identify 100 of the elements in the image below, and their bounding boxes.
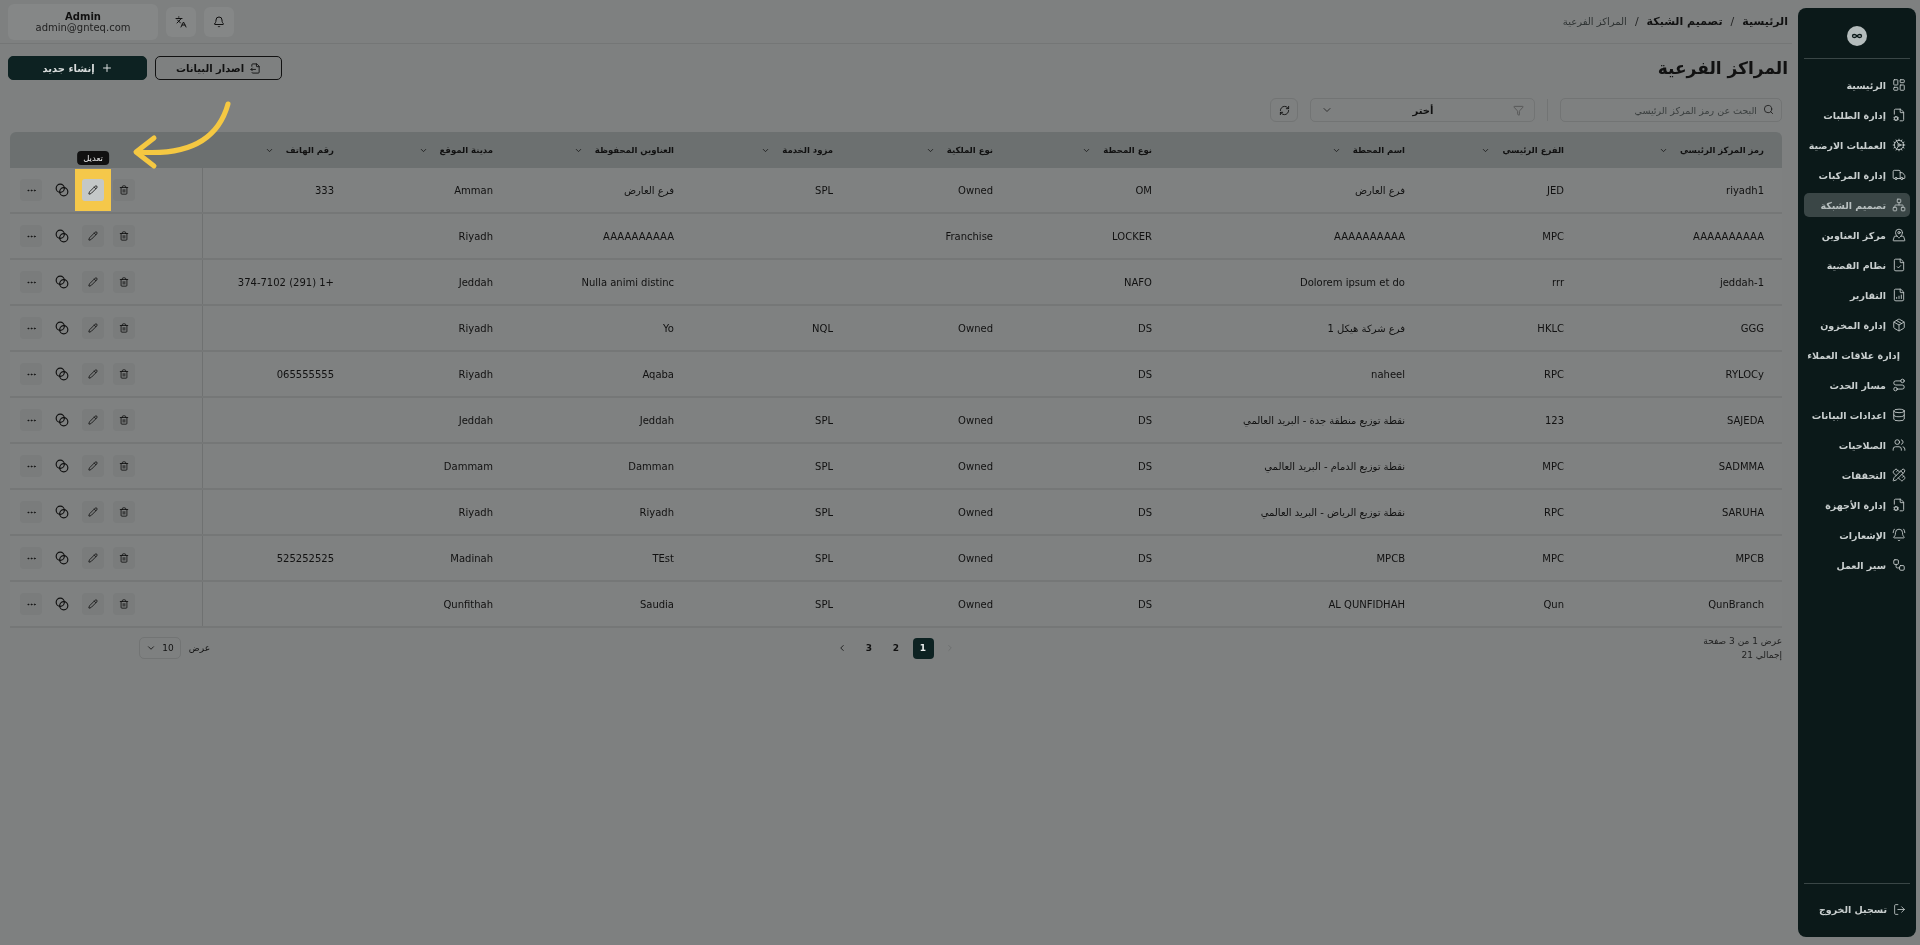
more-button[interactable] <box>20 409 42 431</box>
column-header[interactable]: الفرع الرئيسي <box>1502 145 1564 155</box>
user-menu[interactable]: Admin admin@gnteq.com <box>8 3 158 40</box>
chevron-down-icon <box>145 643 156 653</box>
table-cell: Owned <box>958 598 993 610</box>
delete-button[interactable] <box>113 225 135 247</box>
table-cell: DS <box>1137 368 1152 380</box>
edit-button[interactable] <box>82 455 104 477</box>
delete-button[interactable] <box>113 409 135 431</box>
notifications-button[interactable] <box>204 6 234 37</box>
sidebar-item[interactable]: الصلاحيات <box>1804 433 1910 457</box>
layout-icon <box>1892 78 1906 92</box>
translate-icon <box>175 15 187 28</box>
table-cell: نقطة توزيع الرياض - البريد العالمي <box>1260 506 1405 518</box>
refresh-button[interactable] <box>1270 98 1298 122</box>
breadcrumb-link[interactable]: تصميم الشبكة <box>1646 15 1723 28</box>
edit-button[interactable] <box>82 225 104 247</box>
sidebar-item[interactable]: إدارة الطلبات <box>1804 103 1910 127</box>
more-button[interactable] <box>20 317 42 339</box>
sidebar-item[interactable]: إدارة الأجهزة <box>1804 493 1910 517</box>
column-header[interactable]: اسم المحطة <box>1352 145 1405 155</box>
pencil-icon <box>88 461 98 471</box>
edit-button[interactable] <box>82 593 104 615</box>
table-cell: SARUHA <box>1722 506 1764 518</box>
edit-button[interactable] <box>82 547 104 569</box>
table-cell: نقطة توزيع الدمام - البريد العالمي <box>1264 460 1405 472</box>
sidebar-item[interactable]: سير العمل <box>1804 553 1910 577</box>
pencil-icon <box>88 415 98 425</box>
filter-select[interactable]: أختر <box>1310 98 1535 122</box>
more-button[interactable] <box>20 547 42 569</box>
delete-button[interactable] <box>113 271 135 293</box>
edit-button[interactable] <box>82 363 104 385</box>
more-button[interactable] <box>20 501 42 523</box>
sidebar-item[interactable]: العمليات الارضية <box>1804 133 1910 157</box>
sidebar-item[interactable]: الإشعارات <box>1804 523 1910 547</box>
more-button[interactable] <box>20 363 42 385</box>
page-button[interactable]: 1 <box>912 637 934 659</box>
more-button[interactable] <box>20 455 42 477</box>
delete-button[interactable] <box>113 455 135 477</box>
column-header[interactable]: نوع الملكية <box>946 145 993 155</box>
more-button[interactable] <box>20 225 42 247</box>
sidebar-item[interactable]: نظام القضية <box>1804 253 1910 277</box>
sidebar-item[interactable]: التحققات <box>1804 463 1910 487</box>
trash-icon <box>119 231 129 241</box>
delete-button[interactable] <box>113 547 135 569</box>
language-button[interactable] <box>166 6 196 37</box>
page-size-label: عرض <box>188 643 210 653</box>
table-cell: Aqaba <box>642 368 674 380</box>
more-button[interactable] <box>20 179 42 201</box>
logout-link[interactable]: تسجيل الخروج <box>1804 898 1910 921</box>
circles-icon <box>55 413 69 427</box>
more-button[interactable] <box>20 593 42 615</box>
delete-button[interactable] <box>113 593 135 615</box>
edit-button[interactable] <box>82 501 104 523</box>
circles-icon <box>55 459 69 473</box>
column-header[interactable]: نوع المحطة <box>1103 145 1152 155</box>
pencil-icon <box>88 507 98 517</box>
plus-icon <box>100 62 113 74</box>
breadcrumb-link[interactable]: الرئيسية <box>1742 15 1788 28</box>
column-header[interactable]: العناوين المحفوظة <box>594 145 674 155</box>
sidebar-item[interactable]: مركز العناوين <box>1804 223 1910 247</box>
edit-button[interactable] <box>82 317 104 339</box>
table-cell: فرع شركة هيكل 1 <box>1327 322 1405 334</box>
export-button[interactable]: اصدار البيانات <box>155 56 282 80</box>
sidebar-item[interactable]: التقارير <box>1804 283 1910 307</box>
page-button[interactable]: 3 <box>858 637 880 659</box>
delete-button[interactable] <box>113 317 135 339</box>
column-header[interactable]: رمز المركز الرئيسي <box>1680 145 1764 155</box>
database-icon <box>1892 408 1906 422</box>
table-cell: Owned <box>958 552 993 564</box>
create-button[interactable]: إنشاء جديد <box>8 56 147 80</box>
table-cell: Saudia <box>639 598 674 610</box>
sidebar-item[interactable]: إدارة المخزون <box>1804 313 1910 337</box>
more-button[interactable] <box>20 271 42 293</box>
page-summary: عرض 1 من 3 صفحة <box>1702 636 1782 646</box>
trash-icon <box>119 369 129 379</box>
column-header[interactable]: مدينة الموقع <box>439 145 493 155</box>
sidebar-item[interactable]: إدارة المركبات <box>1804 163 1910 187</box>
table-cell: Damman <box>628 460 674 472</box>
network-icon <box>1892 198 1906 212</box>
page-button[interactable]: 2 <box>885 637 907 659</box>
table-cell: SAJEDA <box>1727 414 1764 426</box>
sidebar-item[interactable]: مسار الحدث <box>1804 373 1910 397</box>
column-header[interactable]: رقم الهاتف <box>285 145 334 155</box>
column-header[interactable]: مزود الخدمة <box>782 145 833 155</box>
sidebar-item[interactable]: إدارة علاقات العملاء <box>1804 343 1910 367</box>
delete-button[interactable] <box>113 501 135 523</box>
breadcrumb-separator: / <box>1634 15 1639 28</box>
table-cell: Riyadh <box>458 368 493 380</box>
delete-button[interactable] <box>113 363 135 385</box>
sidebar-item[interactable]: اعدادات البيانات <box>1804 403 1910 427</box>
edit-button[interactable] <box>82 271 104 293</box>
edit-button[interactable] <box>82 409 104 431</box>
table-cell: Riyadh <box>458 322 493 334</box>
sidebar-item[interactable]: الرئيسية <box>1804 73 1910 97</box>
table-cell: DS <box>1137 460 1152 472</box>
sidebar-item[interactable]: تصميم الشبكة <box>1804 193 1910 217</box>
search-field[interactable]: البحث عن رمز المركز الرئيسي <box>1560 98 1782 122</box>
page-size-select[interactable]: 10 <box>138 637 181 659</box>
delete-button[interactable] <box>113 179 135 201</box>
